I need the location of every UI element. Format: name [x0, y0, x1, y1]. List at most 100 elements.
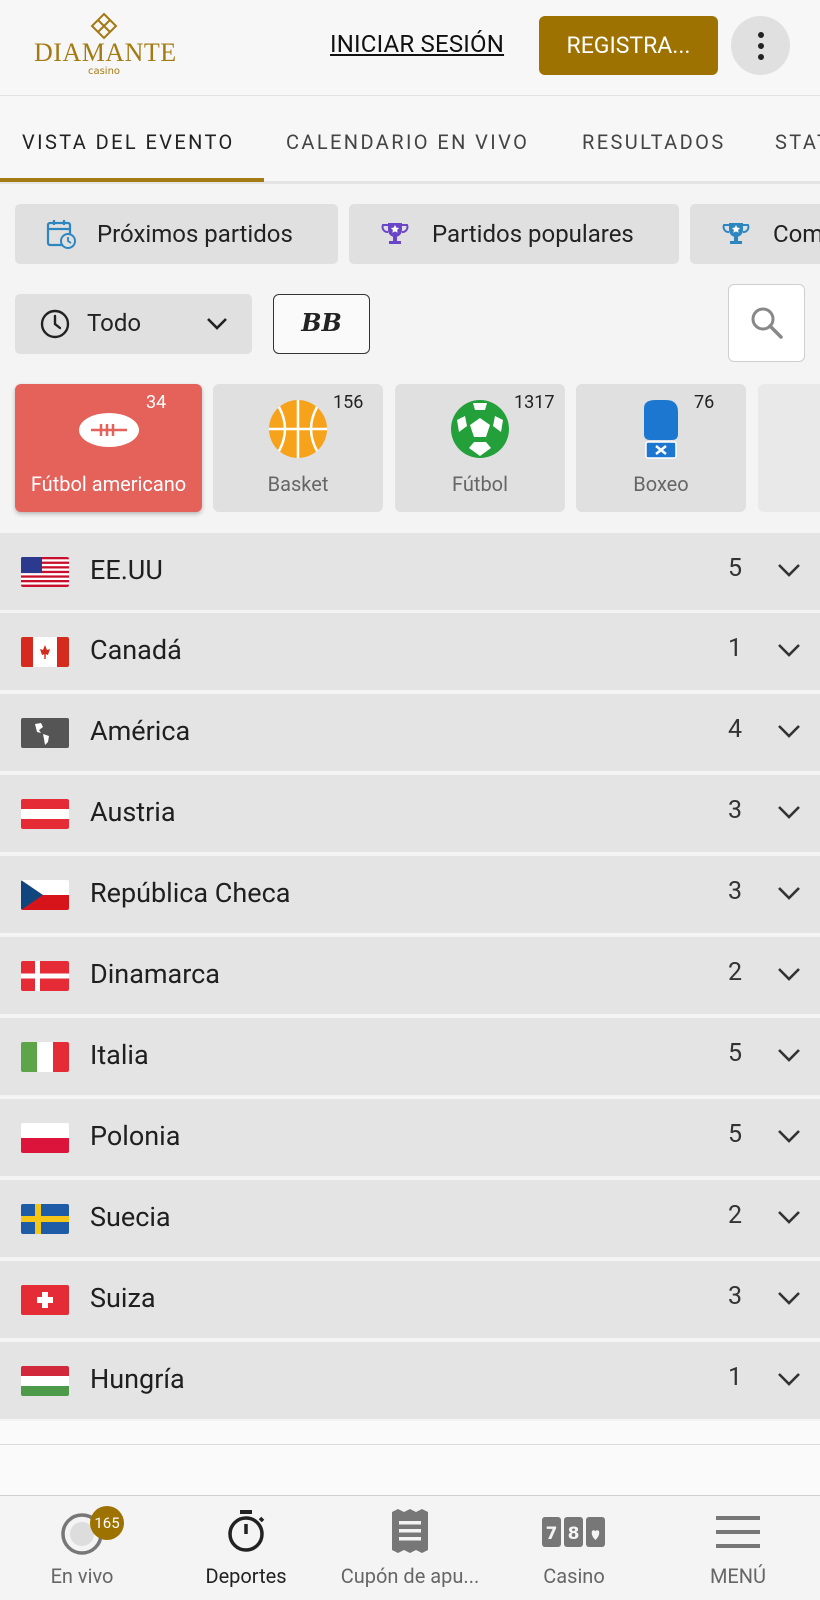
hungary-flag-icon [21, 1366, 69, 1396]
search-button[interactable] [728, 284, 805, 362]
nav-label: Cupón de apu... [340, 1564, 480, 1588]
country-row-suecia[interactable]: Suecia 2 [0, 1180, 820, 1257]
nav-deportes[interactable]: Deportes [164, 1496, 328, 1600]
country-count: 5 [728, 1039, 743, 1068]
american-football-icon [79, 413, 139, 447]
country-row-italia[interactable]: Italia 5 [0, 1018, 820, 1095]
top-header: DIAMANTE casino INICIAR SESIÓN REGISTRA.… [0, 0, 820, 96]
country-row-eeuu[interactable]: EE.UU 5 [0, 533, 820, 610]
country-count: 1 [728, 634, 743, 663]
chip-label: Partidos populares [432, 220, 634, 248]
sport-name: Fútbol americano [30, 472, 187, 496]
country-count: 3 [728, 796, 743, 825]
chevron-down-icon [778, 887, 800, 900]
sport-tile-basket[interactable]: 156 Basket [213, 384, 383, 512]
time-filter-dropdown[interactable]: Todo [15, 294, 252, 354]
svg-text:7: 7 [546, 1524, 558, 1544]
italy-flag-icon [21, 1042, 69, 1072]
country-count: 1 [728, 1363, 743, 1392]
boxing-glove-icon [644, 400, 678, 459]
country-row-canada[interactable]: Canadá 1 [0, 613, 820, 690]
tab-vista-del-evento[interactable]: VISTA DEL EVENTO [22, 130, 235, 154]
bet-builder-button[interactable]: BB [273, 294, 370, 354]
country-row-hungria[interactable]: Hungría 1 [0, 1342, 820, 1419]
sport-tile-partial[interactable] [758, 384, 820, 512]
clock-icon [40, 309, 70, 339]
america-flag-icon [21, 718, 69, 748]
chip-label: Com [773, 220, 820, 248]
country-name: Suiza [90, 1282, 156, 1314]
country-count: 4 [728, 715, 743, 744]
chip-partidos-populares[interactable]: Partidos populares [349, 204, 679, 264]
nav-label: Casino [543, 1564, 605, 1588]
sport-name: Basket [267, 472, 329, 496]
svg-text:8: 8 [568, 1524, 580, 1544]
canada-flag-icon [21, 637, 69, 667]
tab-resultados[interactable]: RESULTADOS [582, 130, 726, 154]
active-tab-indicator [0, 178, 264, 182]
nav-casino[interactable]: 7 8 Casino [492, 1496, 656, 1600]
stopwatch-icon [228, 1510, 265, 1552]
country-row-austria[interactable]: Austria 3 [0, 775, 820, 852]
chevron-down-icon [778, 1130, 800, 1143]
tab-stat[interactable]: STAT [775, 130, 820, 154]
country-name: Canadá [90, 634, 182, 666]
country-count: 3 [728, 877, 743, 906]
hamburger-icon [716, 1516, 760, 1548]
country-name: Italia [90, 1039, 149, 1071]
chevron-down-icon [778, 564, 800, 577]
sport-count: 156 [333, 392, 364, 413]
country-name: Dinamarca [90, 958, 220, 990]
nav-cupon-de-apuestas[interactable]: Cupón de apu... [328, 1496, 492, 1600]
divider [0, 1444, 820, 1445]
more-options-button[interactable] [731, 16, 790, 75]
basketball-icon [269, 400, 327, 458]
sweden-flag-icon [21, 1204, 69, 1234]
country-name: Hungría [90, 1363, 185, 1395]
logo-wordmark: DIAMANTE [34, 38, 177, 67]
sport-name: Boxeo [633, 472, 689, 496]
diamante-logo[interactable]: DIAMANTE casino [34, 12, 177, 82]
chevron-down-icon [778, 1049, 800, 1062]
country-count: 2 [728, 958, 743, 987]
country-name: América [90, 715, 191, 747]
search-icon [751, 307, 783, 339]
trophy-star-icon [722, 223, 750, 244]
chip-proximos-partidos[interactable]: Próximos partidos [15, 204, 338, 264]
sport-tile-futbol[interactable]: 1317 Fútbol [395, 384, 565, 512]
ticket-icon [392, 1509, 428, 1553]
nav-menu[interactable]: MENÚ [656, 1496, 820, 1600]
chevron-down-icon [778, 1373, 800, 1386]
nav-label: En vivo [50, 1564, 114, 1588]
nav-en-vivo[interactable]: 165 En vivo [0, 1496, 164, 1600]
country-name: EE.UU [90, 554, 163, 586]
sport-tile-boxeo[interactable]: 76 Boxeo [576, 384, 746, 512]
chip-competiciones[interactable]: Com [690, 204, 820, 264]
live-count-badge: 165 [90, 1506, 124, 1540]
country-name: Polonia [90, 1120, 181, 1152]
us-flag-icon [21, 557, 69, 587]
chevron-down-icon [778, 644, 800, 657]
soccer-ball-icon [451, 400, 509, 458]
login-link[interactable]: INICIAR SESIÓN [330, 30, 504, 58]
country-row-polonia[interactable]: Polonia 5 [0, 1099, 820, 1176]
sport-count: 1317 [514, 392, 555, 413]
country-count: 2 [728, 1201, 743, 1230]
country-row-republica-checa[interactable]: República Checa 3 [0, 856, 820, 933]
slot-machine-icon: 7 8 [542, 1517, 605, 1547]
austria-flag-icon [21, 799, 69, 829]
country-row-dinamarca[interactable]: Dinamarca 2 [0, 937, 820, 1014]
tab-calendario-en-vivo[interactable]: CALENDARIO EN VIVO [286, 130, 529, 154]
nav-label: Deportes [205, 1564, 287, 1588]
top-tabs: VISTA DEL EVENTO CALENDARIO EN VIVO RESU… [0, 96, 820, 184]
sport-tile-futbol-americano[interactable]: 34 Fútbol americano [15, 384, 202, 512]
register-button[interactable]: REGISTRA... [539, 16, 718, 75]
sport-count: 76 [694, 392, 715, 413]
logo-subtitle: casino [87, 66, 121, 77]
country-row-america[interactable]: América 4 [0, 694, 820, 771]
country-count: 5 [728, 554, 743, 583]
country-row-suiza[interactable]: Suiza 3 [0, 1261, 820, 1338]
country-name: República Checa [90, 877, 291, 909]
calendar-clock-icon [46, 220, 76, 249]
country-count: 5 [728, 1120, 743, 1149]
